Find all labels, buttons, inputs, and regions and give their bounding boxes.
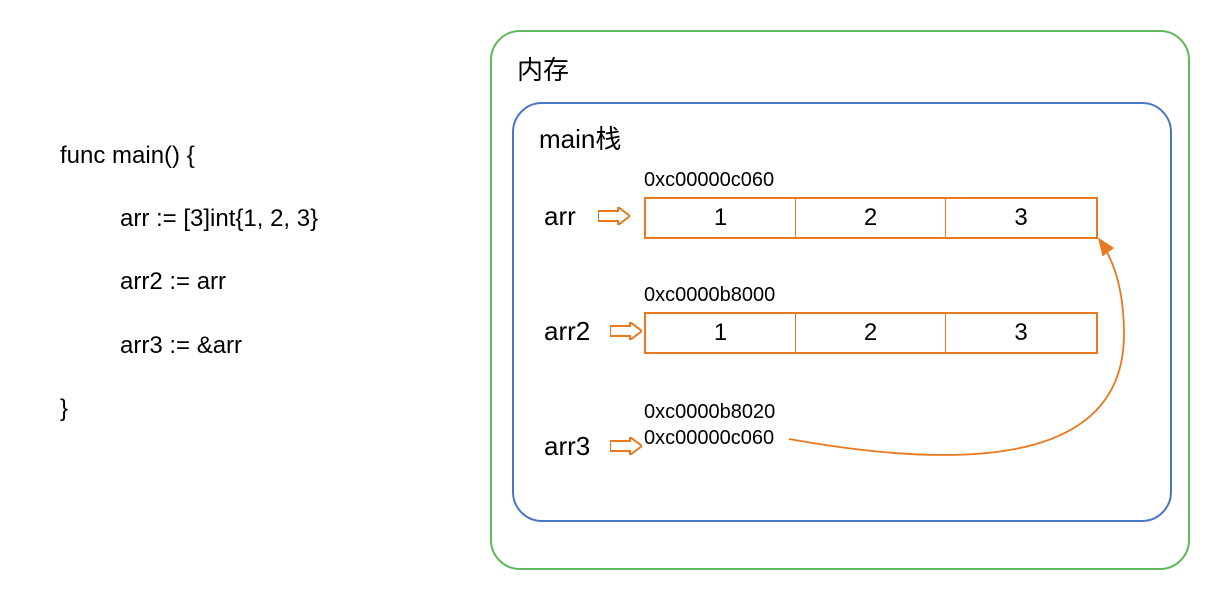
arr-cells: 1 2 3: [644, 197, 1098, 239]
arr3-address: 0xc0000b8020: [644, 401, 775, 424]
memory-box: 内存 main栈 0xc00000c060 arr 1 2 3 0xc0000b…: [490, 30, 1190, 570]
memory-title: 内存: [517, 50, 569, 87]
arrow-icon: [610, 437, 642, 455]
code-block: func main() { arr := [3]int{1, 2, 3} arr…: [60, 140, 318, 456]
arr2-cell-0: 1: [646, 314, 796, 352]
arr-cell-0: 1: [646, 199, 796, 237]
arr2-label: arr2: [544, 316, 590, 347]
code-line-arr3-pointer: arr3 := &arr: [60, 330, 318, 361]
code-line-func: func main() {: [60, 140, 318, 171]
arr2-address: 0xc0000b8000: [644, 284, 775, 307]
code-line-arr2-assign: arr2 := arr: [60, 266, 318, 297]
arr-address: 0xc00000c060: [644, 169, 774, 192]
arr-cell-2: 3: [946, 199, 1096, 237]
code-line-closebrace: }: [60, 393, 318, 424]
arr2-cell-2: 3: [946, 314, 1096, 352]
code-line-arr-decl: arr := [3]int{1, 2, 3}: [60, 203, 318, 234]
arrow-icon: [598, 207, 630, 225]
stack-box: main栈 0xc00000c060 arr 1 2 3 0xc0000b800…: [512, 102, 1172, 522]
arr3-value: 0xc00000c060: [644, 427, 774, 450]
arr3-label: arr3: [544, 431, 590, 462]
arr2-cell-1: 2: [796, 314, 946, 352]
arr2-cells: 1 2 3: [644, 312, 1098, 354]
arr-label: arr: [544, 201, 576, 232]
arr-cell-1: 2: [796, 199, 946, 237]
arrow-icon: [610, 322, 642, 340]
stack-title: main栈: [539, 119, 621, 156]
